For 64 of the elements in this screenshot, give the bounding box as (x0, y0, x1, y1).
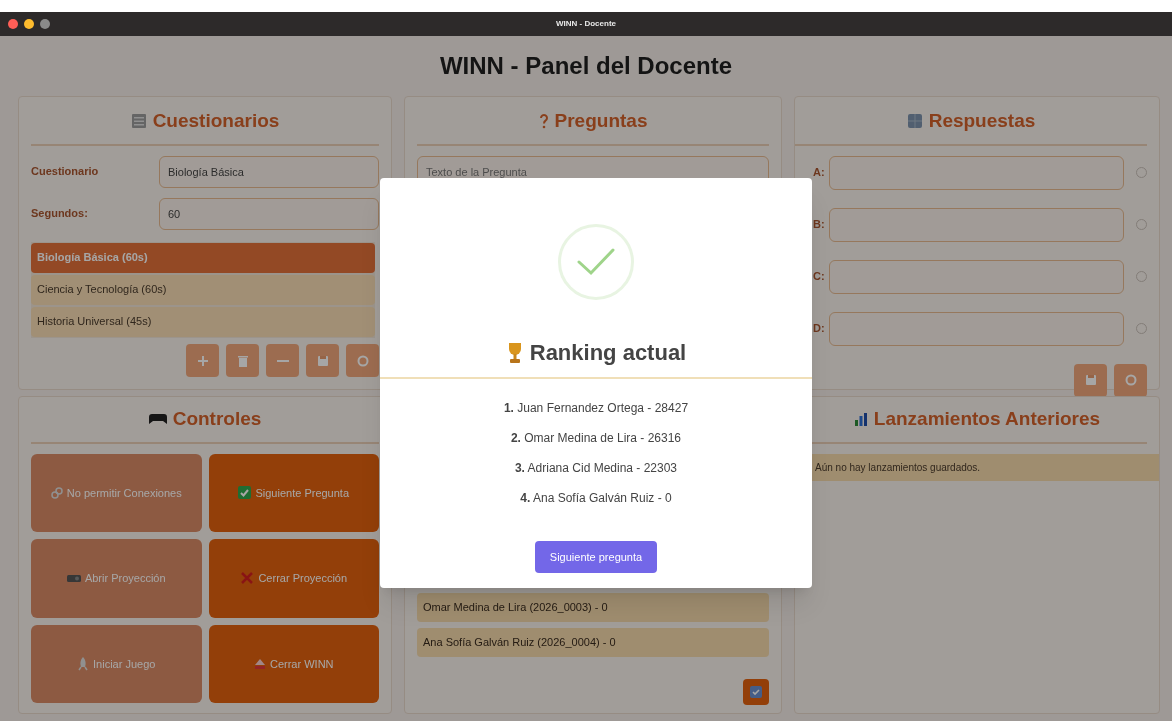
refresh-icon (355, 353, 370, 368)
gamepad-icon (148, 412, 167, 427)
minimize-window-icon[interactable] (24, 19, 34, 29)
rocket-icon (77, 656, 90, 671)
answer-field[interactable] (828, 311, 1124, 346)
control-button[interactable]: Cerrar Proyección (208, 539, 379, 618)
page-title: WINN - Panel del Docente (439, 51, 732, 81)
answer-field[interactable] (828, 207, 1124, 242)
plus-icon (195, 353, 210, 368)
answer-label: B: (813, 217, 825, 233)
check-button[interactable] (743, 679, 769, 705)
panel-heading: Lanzamientos Anteriores (873, 407, 1101, 431)
trash-icon (235, 353, 250, 368)
toolbar-button[interactable] (266, 344, 299, 377)
ranking-entry: 1. Juan Fernandez Ortega - 28427 (503, 400, 689, 417)
control-button[interactable]: Siguiente Pregunta (208, 453, 379, 532)
close-window-icon[interactable] (8, 19, 18, 29)
toolbar-button[interactable] (306, 344, 339, 377)
field-label: Cuestionario (31, 164, 100, 180)
toolbar-button[interactable] (1114, 363, 1147, 397)
answer-label: C: (813, 269, 825, 285)
answer-field[interactable] (828, 155, 1124, 190)
save-icon (1083, 373, 1098, 387)
save-icon (315, 353, 330, 368)
maximize-window-icon[interactable] (40, 19, 50, 29)
list-item[interactable]: Biología Básica (60s) (31, 242, 375, 273)
eject-icon (253, 657, 266, 670)
link-icon (50, 486, 63, 499)
list-item[interactable]: Historia Universal (45s) (31, 306, 375, 337)
bar-chart-icon (853, 412, 868, 427)
check-icon (750, 686, 762, 698)
player-item: Omar Medina de Lira (2026_0003) - 0 (417, 593, 769, 622)
toolbar-button[interactable] (346, 344, 379, 377)
answer-label: D: (813, 321, 825, 337)
panel-heading: Preguntas (554, 109, 648, 133)
window-title: WINN - Docente (556, 18, 616, 30)
toolbar-button[interactable] (1074, 363, 1107, 397)
toolbar-button[interactable] (226, 344, 259, 377)
ranking-entry: 3. Adriana Cid Medina - 22303 (514, 460, 678, 477)
panel-heading: Controles (172, 407, 262, 431)
question-mark-icon (538, 113, 549, 130)
player-item: Ana Sofía Galván Ruiz (2026_0004) - 0 (417, 628, 769, 657)
text-field[interactable]: Biología Básica (159, 155, 379, 188)
toolbar-button[interactable] (186, 344, 219, 377)
grid-icon (906, 113, 923, 130)
panel-heading: Respuestas (928, 109, 1036, 133)
text-field[interactable]: 60 (159, 197, 379, 230)
control-button[interactable]: Cerrar WINN (208, 624, 379, 703)
refresh-icon (1123, 373, 1138, 387)
close-icon (240, 571, 255, 586)
field-label: Segundos: (31, 206, 89, 222)
answer-field[interactable] (828, 259, 1124, 294)
ranking-entry: 2. Omar Medina de Lira - 26316 (510, 430, 682, 447)
success-icon (558, 224, 634, 300)
projector-icon (66, 573, 81, 584)
minus-icon (276, 359, 289, 362)
check-icon (238, 486, 252, 500)
notebook-icon (130, 113, 147, 130)
ranking-entry: 4. Ana Sofía Galván Ruiz - 0 (520, 490, 672, 507)
next-question-button[interactable]: Siguiente pregunta (534, 541, 658, 573)
answer-label: A: (813, 165, 825, 181)
list-item[interactable]: Ciencia y Tecnología (60s) (31, 274, 375, 305)
dialog-title: Ranking actual (529, 339, 687, 367)
panel-heading: Cuestionarios (152, 109, 280, 133)
